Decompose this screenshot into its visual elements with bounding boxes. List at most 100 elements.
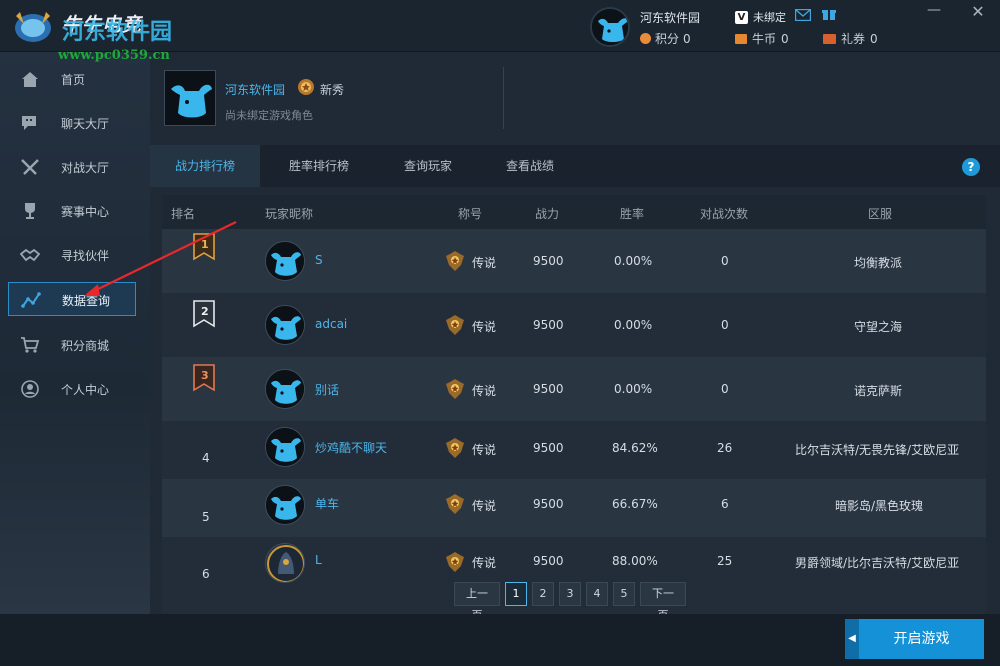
- table-row[interactable]: 3 别话 传说 9500 0.00% 0 诺克萨斯: [162, 357, 986, 421]
- player-name[interactable]: 别话: [315, 381, 339, 398]
- page-5-button[interactable]: 5: [613, 582, 635, 606]
- points-icon: [640, 33, 651, 44]
- player-battles: 6: [721, 497, 729, 511]
- coin-icon: [735, 33, 747, 44]
- player-title: 传说: [472, 384, 497, 398]
- player-winrate: 88.00%: [612, 554, 658, 568]
- sidebar-item-label: 赛事中心: [61, 205, 110, 219]
- page-3-button[interactable]: 3: [559, 582, 581, 606]
- rank-number: 3: [201, 369, 209, 382]
- player-name[interactable]: 单车: [315, 495, 339, 512]
- player-name[interactable]: 炒鸡酷不聊天: [315, 439, 387, 456]
- points-display: 积分 0: [640, 30, 691, 47]
- sidebar: 首页 聊天大厅 对战大厅 赛事中心 寻找伙伴 数据查询 积分商城 个人中心: [0, 52, 150, 614]
- table-header: 排名 玩家昵称 称号 战力 胜率 对战次数 区服: [162, 195, 986, 229]
- avatar[interactable]: [265, 543, 305, 583]
- bull-avatar-icon: [266, 242, 304, 280]
- cart-icon: [21, 337, 40, 353]
- sidebar-item-home[interactable]: 首页: [8, 62, 136, 96]
- user-avatar[interactable]: [590, 7, 630, 47]
- close-button[interactable]: ✕: [970, 2, 986, 22]
- player-power: 9500: [533, 254, 564, 268]
- home-icon: [22, 72, 38, 87]
- page-1-button[interactable]: 1: [505, 582, 527, 606]
- player-winrate: 0.00%: [614, 254, 653, 268]
- trophy-icon: [25, 203, 35, 219]
- player-server: 暗影岛/黑色玫瑰: [835, 499, 924, 513]
- table-row[interactable]: 2 adcai 传说 9500 0.00% 0 守望之海: [162, 293, 986, 357]
- watermark-title: 河东软件园: [62, 20, 173, 45]
- app-window: 牛牛电竞 河东软件园 河东软件园 积分 0 V 未绑定 牛币 0 礼券 0 — …: [0, 0, 1000, 666]
- start-game-button[interactable]: ◀ 开启游戏: [845, 619, 984, 659]
- tickets-value: 0: [870, 31, 878, 46]
- player-name[interactable]: adcai: [315, 317, 347, 331]
- pagination: 上一页 1 2 3 4 5 下一页: [454, 582, 686, 622]
- prev-page-button[interactable]: 上一页: [454, 582, 500, 622]
- minimize-button[interactable]: —: [926, 2, 942, 22]
- help-icon[interactable]: ?: [962, 158, 980, 176]
- bull-avatar-icon: [266, 486, 304, 524]
- sidebar-item-label: 积分商城: [61, 339, 110, 353]
- avatar[interactable]: [265, 369, 305, 409]
- player-winrate: 66.67%: [612, 497, 658, 511]
- sidebar-item-label: 对战大厅: [61, 161, 110, 175]
- legend-badge-icon: [446, 315, 464, 335]
- table-row[interactable]: 5 单车 传说 9500 66.67% 6 暗影岛/黑色玫瑰: [162, 479, 986, 537]
- tab-power-ranking[interactable]: 战力排行榜: [150, 145, 260, 187]
- bull-avatar-icon: [592, 9, 628, 45]
- profile-avatar[interactable]: [164, 70, 216, 126]
- player-title: 传说: [472, 320, 497, 334]
- tab-search-player[interactable]: 查询玩家: [380, 145, 476, 187]
- player-title: 传说: [472, 499, 497, 513]
- legend-badge-icon: [446, 438, 464, 458]
- sidebar-item-shop[interactable]: 积分商城: [8, 328, 136, 362]
- player-battles: 25: [717, 554, 733, 568]
- player-battles: 26: [717, 441, 733, 455]
- sidebar-item-profile[interactable]: 个人中心: [8, 372, 136, 406]
- mail-icon[interactable]: [795, 9, 811, 21]
- app-logo-icon: [15, 12, 51, 42]
- table-row[interactable]: 4 炒鸡酷不聊天 传说 9500 84.62% 26 比尔吉沃特/无畏先锋/艾欧…: [162, 421, 986, 479]
- sidebar-item-battle[interactable]: 对战大厅: [8, 150, 136, 184]
- sidebar-item-chat[interactable]: 聊天大厅: [8, 106, 136, 140]
- header-battles: 对战次数: [700, 207, 749, 221]
- player-battles: 0: [721, 254, 729, 268]
- player-server: 均衡教派: [854, 256, 903, 270]
- player-title: 传说: [472, 256, 497, 270]
- gift-icon[interactable]: [822, 7, 836, 21]
- player-winrate: 0.00%: [614, 318, 653, 332]
- page-4-button[interactable]: 4: [586, 582, 608, 606]
- avatar[interactable]: [265, 485, 305, 525]
- bind-status[interactable]: V 未绑定: [735, 9, 786, 25]
- avatar[interactable]: [265, 305, 305, 345]
- main-content: 河东软件园 新秀 尚未绑定游戏角色 战力排行榜 胜率排行榜 查询玩家 查看战绩 …: [150, 52, 1000, 622]
- player-winrate: 84.62%: [612, 441, 658, 455]
- divider: [503, 67, 504, 129]
- player-name[interactable]: L: [315, 553, 322, 567]
- points-value: 0: [683, 31, 691, 46]
- avatar[interactable]: [265, 241, 305, 281]
- sidebar-item-label: 寻找伙伴: [61, 249, 110, 263]
- top-user-name: 河东软件园: [640, 11, 701, 25]
- player-name[interactable]: S: [315, 253, 323, 267]
- player-power: 9500: [533, 554, 564, 568]
- tab-view-records[interactable]: 查看战绩: [484, 145, 576, 187]
- sidebar-item-events[interactable]: 赛事中心: [8, 194, 136, 228]
- profile-name: 河东软件园: [225, 83, 286, 97]
- player-power: 9500: [533, 441, 564, 455]
- player-power: 9500: [533, 497, 564, 511]
- table-row[interactable]: 1 S 传说 9500 0.00% 0 均衡教派: [162, 229, 986, 293]
- tickets-label: 礼券: [841, 32, 866, 46]
- chat-icon: [22, 116, 36, 130]
- page-2-button[interactable]: 2: [532, 582, 554, 606]
- next-page-button[interactable]: 下一页: [640, 582, 686, 622]
- sidebar-item-data[interactable]: 数据查询: [8, 282, 136, 316]
- tickets-display: 礼券 0: [823, 30, 878, 47]
- collapse-arrow-icon[interactable]: ◀: [845, 619, 859, 659]
- tab-winrate-ranking[interactable]: 胜率排行榜: [262, 145, 376, 187]
- tab-bar: 战力排行榜 胜率排行榜 查询玩家 查看战绩: [150, 145, 1000, 187]
- legend-badge-icon: [446, 552, 464, 572]
- champion-avatar-icon: [266, 544, 304, 582]
- sidebar-item-partners[interactable]: 寻找伙伴: [8, 238, 136, 272]
- avatar[interactable]: [265, 427, 305, 467]
